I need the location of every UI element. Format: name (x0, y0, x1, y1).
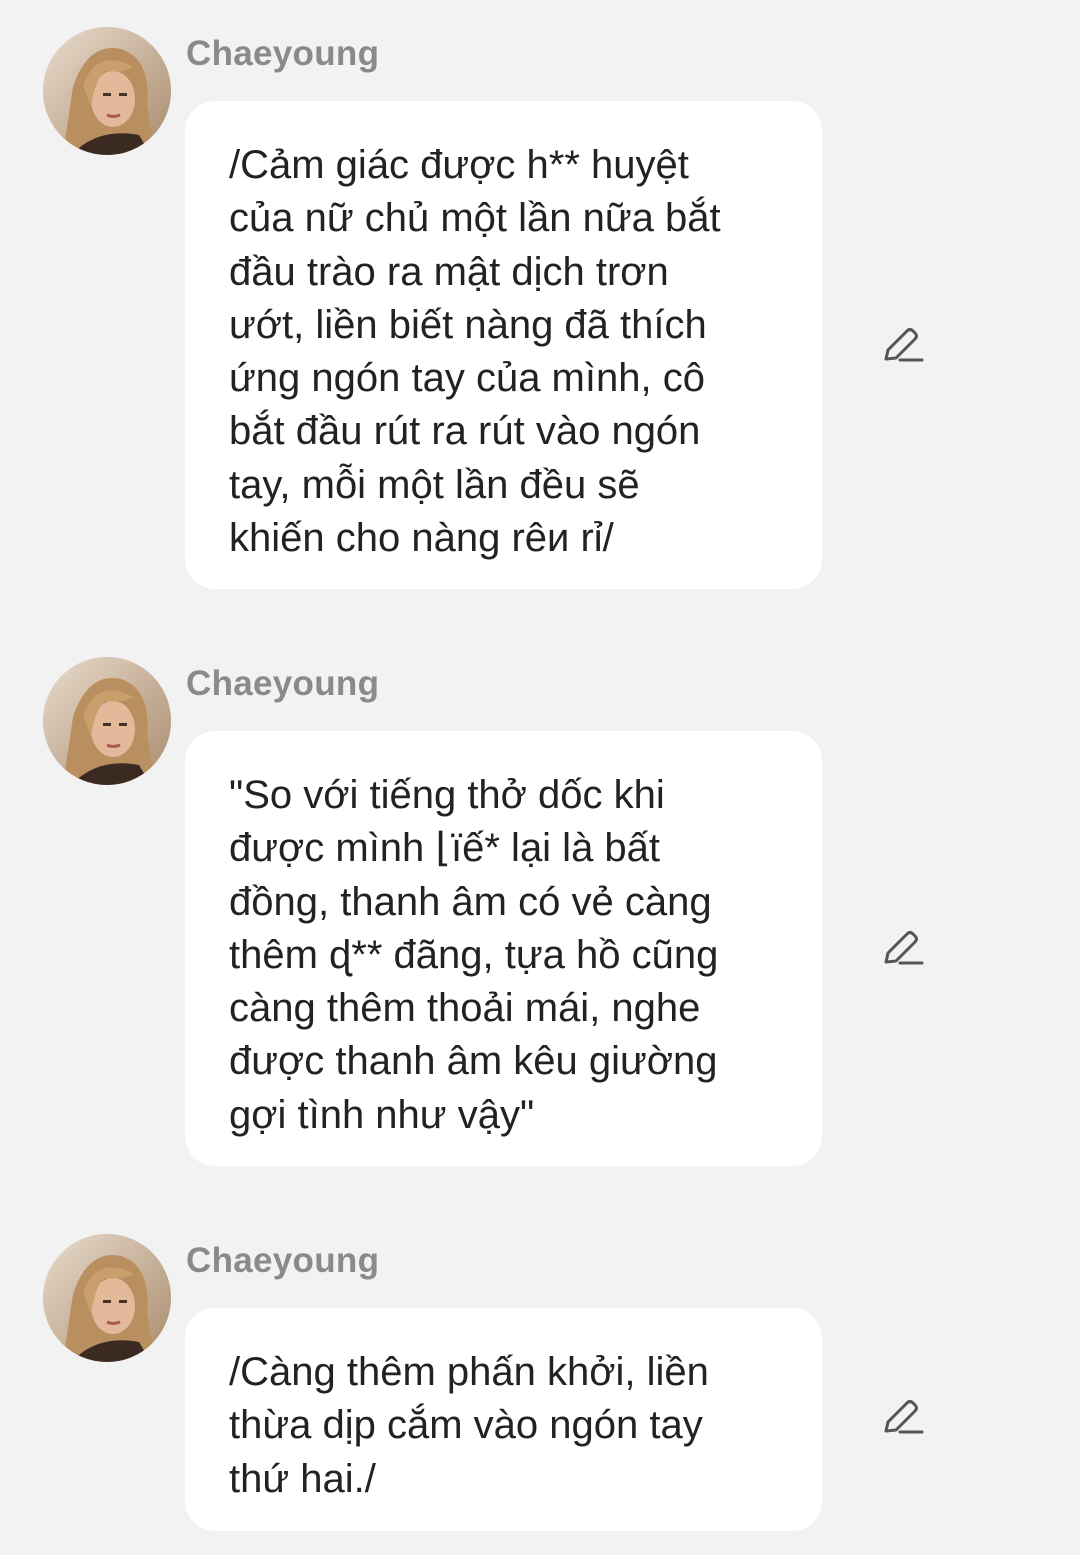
chat-message: Chaeyoung /Càng thêm phấn khởi, liền thừ… (0, 1207, 1080, 1555)
chat-message: Chaeyoung "So với tiếng thở dốc khi được… (0, 630, 1080, 1190)
message-text: /Cảm giác được h** huyệt của nữ chủ một … (229, 143, 721, 561)
chat-message: Chaeyoung /Cảm giác được h** huyệt của n… (0, 0, 1080, 600)
avatar-photo (43, 1234, 171, 1362)
avatar[interactable] (43, 657, 171, 785)
message-bubble[interactable]: "So với tiếng thở dốc khi được mình ⌊ïế*… (185, 731, 822, 1166)
pencil-edit-icon[interactable] (880, 928, 926, 972)
message-bubble[interactable]: /Cảm giác được h** huyệt của nữ chủ một … (185, 101, 822, 589)
sender-name: Chaeyoung (186, 664, 380, 703)
avatar[interactable] (43, 1234, 171, 1362)
avatar[interactable] (43, 27, 171, 155)
avatar-photo (43, 657, 171, 785)
sender-name: Chaeyoung (186, 1241, 380, 1280)
pencil-edit-icon[interactable] (880, 1397, 926, 1441)
message-bubble[interactable]: /Càng thêm phấn khởi, liền thừa dịp cắm … (185, 1308, 822, 1531)
message-text: "So với tiếng thở dốc khi được mình ⌊ïế*… (229, 773, 719, 1137)
avatar-photo (43, 27, 171, 155)
pencil-edit-icon[interactable] (880, 325, 926, 369)
message-text: /Càng thêm phấn khởi, liền thừa dịp cắm … (229, 1350, 709, 1501)
sender-name: Chaeyoung (186, 34, 380, 73)
